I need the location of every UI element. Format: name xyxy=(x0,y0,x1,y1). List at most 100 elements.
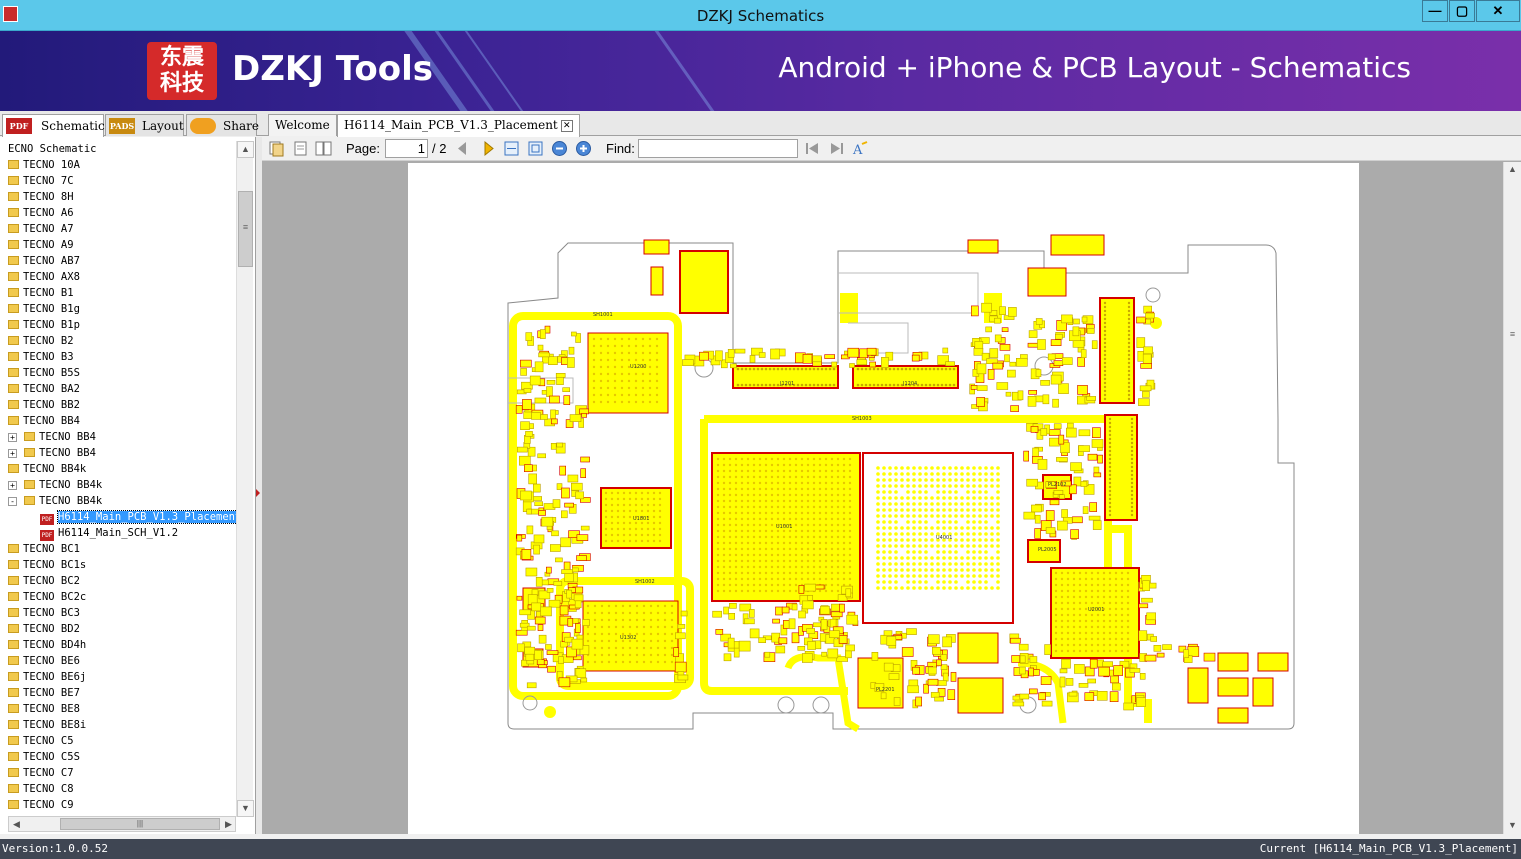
tree-folder-item[interactable]: TECNO BE8 xyxy=(0,701,236,717)
folder-icon xyxy=(8,784,19,793)
tree-folder-item[interactable]: + TECNO BB4k xyxy=(0,477,236,493)
scroll-right-icon[interactable]: ▶ xyxy=(221,817,236,831)
title-bar: DZKJ Schematics — ▢ ✕ xyxy=(0,0,1521,31)
viewer-scroll-up-icon[interactable]: ▲ xyxy=(1504,162,1521,177)
tab-layout[interactable]: PADS Layout xyxy=(105,114,184,136)
tab-schematic[interactable]: PDF Schematic xyxy=(2,114,105,137)
two-page-icon[interactable] xyxy=(315,140,332,157)
tree-file-item[interactable]: PDF H6114_Main_PCB_V1.3_Placement xyxy=(0,509,236,525)
tree-folder-item[interactable]: TECNO B1p xyxy=(0,317,236,333)
tree-folder-item[interactable]: TECNO B1 xyxy=(0,285,236,301)
minimize-button[interactable]: — xyxy=(1422,0,1448,22)
folder-icon xyxy=(8,160,19,169)
tree-item-label: TECNO BC2 xyxy=(23,575,80,587)
pcb-component-label: U1200 xyxy=(630,364,646,370)
tree-folder-item[interactable]: TECNO B1g xyxy=(0,301,236,317)
tree-folder-item[interactable]: TECNO BB4 xyxy=(0,413,236,429)
tree-folder-item[interactable]: TECNO B2 xyxy=(0,333,236,349)
tree-folder-item[interactable]: ECNO Schematic xyxy=(0,141,236,157)
tree-folder-item[interactable]: TECNO BB4k xyxy=(0,461,236,477)
tree-folder-item[interactable]: TECNO BE8i xyxy=(0,717,236,733)
page-number-input[interactable] xyxy=(385,139,428,158)
single-page-icon[interactable] xyxy=(292,140,309,157)
expand-icon[interactable]: + xyxy=(8,481,17,490)
tree-folder-item[interactable]: TECNO BE6j xyxy=(0,669,236,685)
find-next-icon[interactable] xyxy=(828,140,845,157)
tree-folder-item[interactable]: TECNO BC2c xyxy=(0,589,236,605)
tree-folder-item[interactable]: TECNO BE6 xyxy=(0,653,236,669)
tree-folder-item[interactable]: TECNO 8H xyxy=(0,189,236,205)
scroll-thumb[interactable]: ≡ xyxy=(238,191,253,267)
scroll-down-icon[interactable]: ▼ xyxy=(237,800,254,817)
tree-folder-item[interactable]: + TECNO BB4 xyxy=(0,429,236,445)
viewer-scroll-grip[interactable]: ≡ xyxy=(1508,330,1517,339)
tree-folder-item[interactable]: TECNO C9 xyxy=(0,797,236,813)
viewer-scroll-down-icon[interactable]: ▼ xyxy=(1504,818,1521,833)
fit-width-icon[interactable] xyxy=(503,140,520,157)
tree-folder-item[interactable]: TECNO BB2 xyxy=(0,397,236,413)
maximize-button[interactable]: ▢ xyxy=(1449,0,1475,22)
tree-folder-item[interactable]: TECNO BE7 xyxy=(0,685,236,701)
tab-welcome[interactable]: Welcome xyxy=(268,114,337,136)
tree-folder-item[interactable]: TECNO BD4h xyxy=(0,637,236,653)
document-area[interactable]: SH1001 U1200 U1801 SH1002 U1302 J1201 J1204 SH1… xyxy=(262,162,1503,834)
tree-folder-item[interactable]: TECNO C5 xyxy=(0,733,236,749)
zoom-in-icon[interactable] xyxy=(575,140,592,157)
viewer-vertical-scrollbar[interactable]: ▲ ≡ ▼ xyxy=(1503,162,1521,834)
pcb-component-label: PL2201 xyxy=(876,687,895,693)
pcb-component-label: U4001 xyxy=(936,535,952,541)
tree-item-label: TECNO BC1s xyxy=(23,559,87,571)
pcb-component-label: U1302 xyxy=(620,635,636,641)
folder-icon xyxy=(8,576,19,585)
tree-folder-item[interactable]: TECNO C7 xyxy=(0,765,236,781)
tree-item-label: H6114_Main_SCH_V1.2 xyxy=(58,527,179,539)
tree-folder-item[interactable]: TECNO A9 xyxy=(0,237,236,253)
tree-folder-item[interactable]: TECNO A7 xyxy=(0,221,236,237)
find-previous-icon[interactable] xyxy=(804,140,821,157)
hscroll-thumb[interactable]: ||| xyxy=(60,818,220,830)
tree-folder-item[interactable]: TECNO BA2 xyxy=(0,381,236,397)
tree-folder-item[interactable]: TECNO BC1s xyxy=(0,557,236,573)
tab-document[interactable]: H6114_Main_PCB_V1.3_Placement ✕ xyxy=(337,114,580,137)
tree-folder-item[interactable]: TECNO C8 xyxy=(0,781,236,797)
tree-file-item[interactable]: PDF H6114_Main_SCH_V1.2 xyxy=(0,525,236,541)
fit-page-icon[interactable] xyxy=(527,140,544,157)
tree-folder-item[interactable]: TECNO BC1 xyxy=(0,541,236,557)
collapse-arrow-icon[interactable] xyxy=(256,489,260,497)
pcb-component-label: J1204 xyxy=(902,381,917,387)
share-cloud-icon xyxy=(190,118,216,134)
folder-icon xyxy=(8,720,19,729)
copy-icon[interactable] xyxy=(268,140,285,157)
tree-folder-item[interactable]: - TECNO BB4k xyxy=(0,493,236,509)
tree-folder-item[interactable]: TECNO AX8 xyxy=(0,269,236,285)
next-page-icon[interactable] xyxy=(480,140,497,157)
expand-icon[interactable]: + xyxy=(8,449,17,458)
find-options-icon[interactable]: A xyxy=(852,140,869,157)
tree-vertical-scrollbar[interactable]: ▲ ≡ ▼ xyxy=(236,141,254,817)
tab-share[interactable]: Share xyxy=(186,114,259,136)
collapse-icon[interactable]: - xyxy=(8,497,17,506)
tree-folder-item[interactable]: TECNO B5S xyxy=(0,365,236,381)
tree-folder-item[interactable]: TECNO AB7 xyxy=(0,253,236,269)
tree-folder-item[interactable]: TECNO BC2 xyxy=(0,573,236,589)
viewer-toolbar: Page: / 2 Find: A xyxy=(262,137,1521,161)
find-input[interactable] xyxy=(638,139,798,158)
close-tab-icon[interactable]: ✕ xyxy=(560,119,573,132)
previous-page-icon[interactable] xyxy=(454,140,471,157)
tree-folder-item[interactable]: TECNO BC3 xyxy=(0,605,236,621)
tree-horizontal-scrollbar[interactable]: ◀ ||| ▶ xyxy=(8,816,236,832)
scroll-left-icon[interactable]: ◀ xyxy=(9,817,24,831)
tree-folder-item[interactable]: TECNO BD2 xyxy=(0,621,236,637)
pdf-page[interactable]: SH1001 U1200 U1801 SH1002 U1302 J1201 J1204 SH1… xyxy=(408,163,1359,834)
tree-folder-item[interactable]: TECNO 7C xyxy=(0,173,236,189)
current-document-text: Current [H6114_Main_PCB_V1.3_Placement] xyxy=(1259,842,1518,855)
close-button[interactable]: ✕ xyxy=(1476,0,1520,22)
tree-folder-item[interactable]: TECNO A6 xyxy=(0,205,236,221)
tree-folder-item[interactable]: TECNO 10A xyxy=(0,157,236,173)
expand-icon[interactable]: + xyxy=(8,433,17,442)
tree-folder-item[interactable]: TECNO B3 xyxy=(0,349,236,365)
tree-folder-item[interactable]: TECNO C5S xyxy=(0,749,236,765)
scroll-up-icon[interactable]: ▲ xyxy=(237,141,254,158)
zoom-out-icon[interactable] xyxy=(551,140,568,157)
tree-folder-item[interactable]: + TECNO BB4 xyxy=(0,445,236,461)
